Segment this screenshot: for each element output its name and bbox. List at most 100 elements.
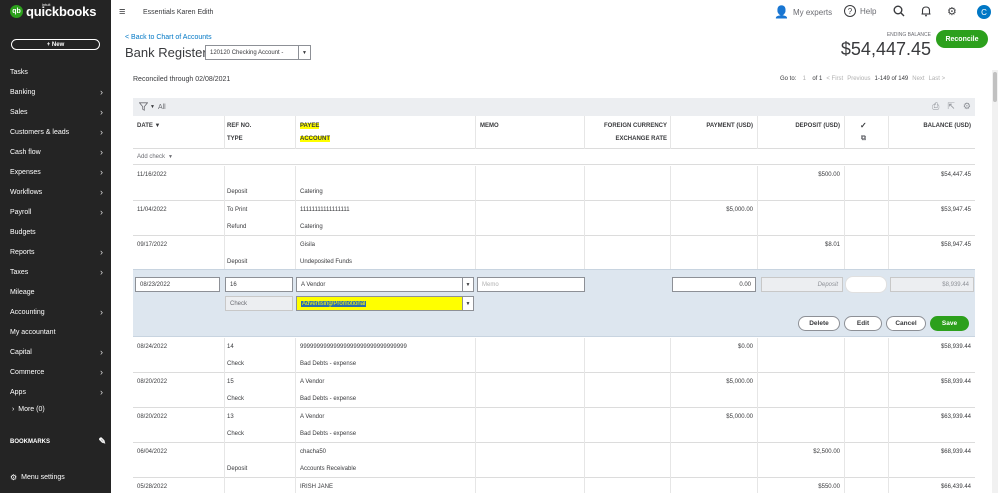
menu-settings[interactable]: ⚙ Menu settings: [10, 473, 65, 482]
edit-payee-select[interactable]: A Vendor ▼: [296, 277, 474, 292]
goto-input[interactable]: 1: [800, 76, 808, 82]
column-divider: [757, 166, 758, 201]
more-link[interactable]: › More (0): [12, 406, 45, 413]
column-divider: [844, 408, 845, 443]
chevron-right-icon: ›: [100, 207, 103, 217]
chevron-right-icon: ›: [100, 87, 103, 97]
previous-page-link[interactable]: Previous: [847, 76, 870, 82]
sidebar-item-mileage[interactable]: Mileage: [0, 282, 111, 302]
col-date[interactable]: DATE ▼: [137, 123, 161, 129]
table-row[interactable]: 06/04/2022 Deposit chacha50 Accounts Receiv…: [133, 443, 975, 478]
bookmarks-label: BOOKMARKS: [10, 438, 50, 445]
add-check-dropdown[interactable]: Add check ▼: [133, 150, 975, 165]
quickbooks-logo[interactable]: qb intuit quickbooks: [10, 2, 97, 19]
row-account: Accounts Receivable: [300, 466, 357, 472]
cleared-filter-icon[interactable]: ⧉: [861, 135, 866, 143]
new-button[interactable]: + New: [11, 39, 100, 50]
edit-transaction-row: 08/23/2022 16 A Vendor ▼ Memo 0.00 Depos…: [133, 269, 975, 337]
bell-icon[interactable]: [920, 5, 932, 20]
row-payee: Gisila: [300, 242, 316, 248]
sidebar-item-budgets[interactable]: Budgets: [0, 222, 111, 242]
edit-memo-input[interactable]: Memo: [477, 277, 585, 292]
table-settings-gear-icon[interactable]: ⚙: [963, 101, 971, 112]
table-row[interactable]: 08/20/2022 15 Check A Vendor Bad Debts - exp…: [133, 373, 975, 408]
sidebar-item-expenses[interactable]: Expenses ›: [0, 162, 111, 182]
edit-ref-input[interactable]: 16: [225, 277, 293, 292]
export-icon[interactable]: ⇱: [947, 101, 955, 112]
sidebar-item-sales[interactable]: Sales ›: [0, 102, 111, 122]
sidebar-item-my-accountant[interactable]: My accountant: [0, 322, 111, 342]
edit-payment-value: 0.00: [739, 281, 751, 288]
company-name: Essentials Karen Edith: [143, 9, 214, 16]
table-row[interactable]: 09/17/2022 Deposit Gisila Undeposited Funds…: [133, 236, 975, 271]
sidebar-item-accounting[interactable]: Accounting ›: [0, 302, 111, 322]
sidebar-item-workflows[interactable]: Workflows ›: [0, 182, 111, 202]
sidebar-item-payroll[interactable]: Payroll ›: [0, 202, 111, 222]
edit-deposit-input: Deposit: [761, 277, 843, 292]
logo-text: quickbooks: [26, 4, 97, 19]
sidebar-item-customers-leads[interactable]: Customers & leads ›: [0, 122, 111, 142]
goto-label: Go to:: [780, 76, 797, 82]
row-type: Check: [227, 361, 245, 367]
settings-gear-icon[interactable]: ⚙: [947, 5, 957, 18]
edit-button[interactable]: Edit: [844, 316, 882, 331]
row-balance: $58,939.44: [940, 379, 971, 385]
account-select[interactable]: 120120 Checking Account - ▼: [205, 45, 311, 60]
first-page-link[interactable]: < First: [826, 76, 843, 82]
logo-intuit: intuit: [42, 2, 51, 7]
filter-toolbar-icons: ⎙ ⇱ ⚙: [932, 101, 971, 112]
my-experts-button[interactable]: 👤 My experts: [774, 5, 832, 19]
edit-date-input[interactable]: 08/23/2022: [135, 277, 220, 292]
help-button[interactable]: ? Help: [844, 5, 876, 17]
last-page-link[interactable]: Last >: [929, 76, 946, 82]
chevron-down-icon: ▼: [298, 46, 310, 59]
of-pages: of 1: [812, 76, 823, 82]
edit-cleared-toggle[interactable]: [845, 276, 887, 293]
sidebar-item-label: Banking: [10, 88, 36, 96]
sidebar-item-reports[interactable]: Reports ›: [0, 242, 111, 262]
column-divider: [888, 116, 889, 149]
table-row[interactable]: 08/24/2022 14 Check 99999999999999999999999…: [133, 338, 975, 373]
avatar[interactable]: C: [977, 5, 991, 19]
sidebar-item-capital[interactable]: Capital ›: [0, 342, 111, 362]
row-payee: 99999999999999999999999999999999: [300, 344, 407, 350]
back-to-chart-of-accounts-link[interactable]: < Back to Chart of Accounts: [125, 34, 212, 41]
column-divider: [670, 338, 671, 373]
save-button[interactable]: Save: [930, 316, 969, 331]
table-row[interactable]: 05/28/2022 IRISH JANE $550.00 $66,439.44: [133, 478, 975, 493]
column-divider: [670, 373, 671, 408]
table-row[interactable]: 08/20/2022 13 Check A Vendor Bad Debts - exp…: [133, 408, 975, 443]
sidebar-item-commerce[interactable]: Commerce ›: [0, 362, 111, 382]
edit-payment-input[interactable]: 0.00: [672, 277, 756, 292]
col-balance: BALANCE (USD): [923, 123, 971, 129]
col-payment: PAYMENT (USD): [706, 123, 753, 129]
sidebar-item-banking[interactable]: Banking ›: [0, 82, 111, 102]
column-divider: [670, 166, 671, 201]
edit-account-select[interactable]: Advertising/Promotional ▼: [296, 296, 474, 311]
print-icon[interactable]: ⎙: [932, 101, 939, 112]
filter-bar: ▼ All ⎙ ⇱ ⚙: [133, 98, 975, 116]
filter-dropdown-arrow-icon[interactable]: ▼: [150, 104, 155, 110]
sidebar-item-label: Cash flow: [10, 148, 41, 156]
sidebar-item-tasks[interactable]: Tasks: [0, 62, 111, 82]
col-payee: PAYEE: [300, 123, 320, 129]
next-page-link[interactable]: Next: [912, 76, 924, 82]
reconcile-button[interactable]: Reconcile: [936, 30, 988, 48]
row-deposit: $550.00: [818, 484, 840, 490]
filter-icon[interactable]: [138, 101, 149, 113]
hamburger-menu-icon[interactable]: ≡: [119, 6, 125, 18]
delete-button[interactable]: Delete: [798, 316, 840, 331]
sidebar-item-taxes[interactable]: Taxes ›: [0, 262, 111, 282]
pagination: Go to: 1 of 1 < First Previous 1-149 of …: [780, 76, 998, 82]
cancel-button[interactable]: Cancel: [886, 316, 926, 331]
table-row[interactable]: 11/16/2022 Deposit Catering $500.00 $54,447.…: [133, 166, 975, 201]
sidebar-item-apps[interactable]: Apps ›: [0, 382, 111, 402]
page-scrollbar[interactable]: [992, 70, 998, 493]
table-row[interactable]: 11/04/2022 To Print Refund 1111111111111111…: [133, 201, 975, 236]
search-icon[interactable]: [893, 5, 905, 20]
scrollbar-thumb[interactable]: [993, 72, 997, 102]
column-divider: [757, 478, 758, 493]
pencil-icon[interactable]: ✎: [98, 436, 106, 447]
top-bar: ≡ Essentials Karen Edith 👤 My experts ? …: [111, 0, 999, 26]
sidebar-item-cash-flow[interactable]: Cash flow ›: [0, 142, 111, 162]
